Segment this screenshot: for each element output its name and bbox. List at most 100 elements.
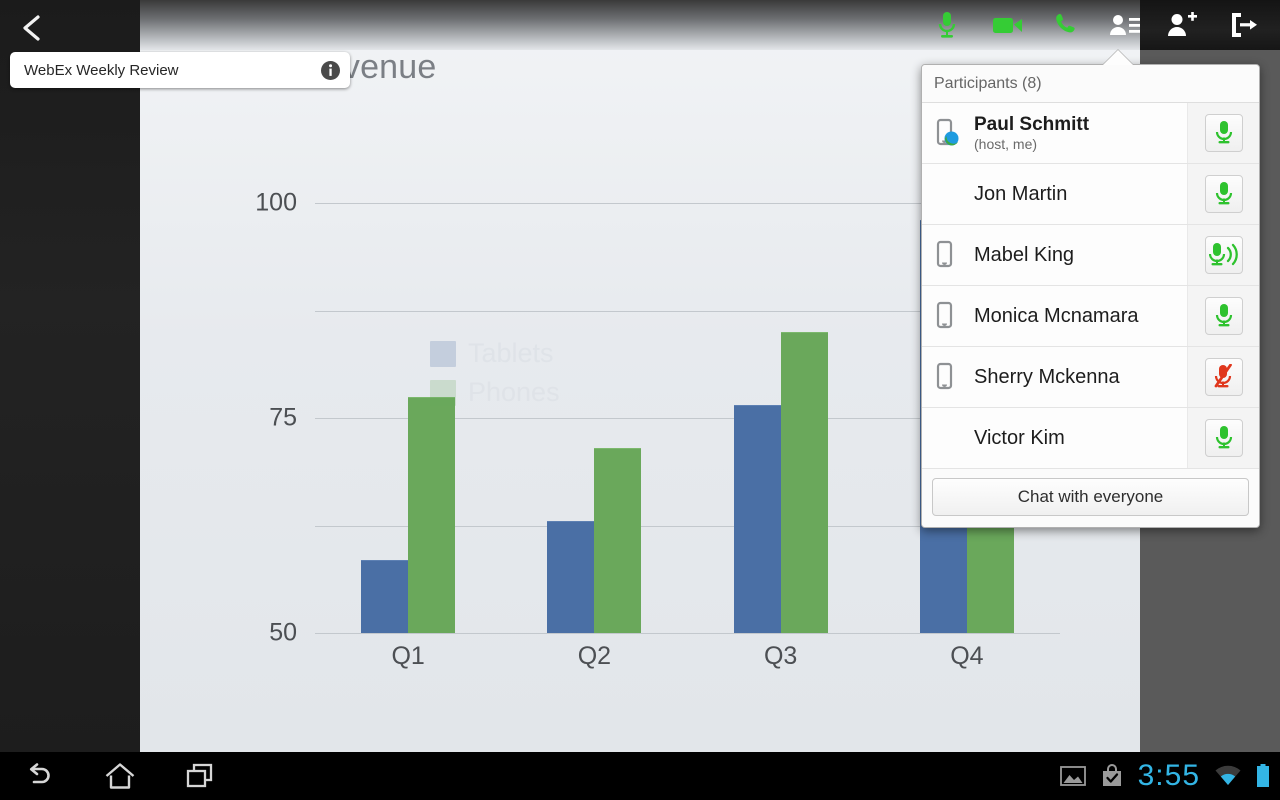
home-icon <box>105 763 135 789</box>
participant-name: Jon Martin <box>974 183 1068 205</box>
back-arrow-icon <box>23 15 40 41</box>
participant-mute-toggle[interactable] <box>1204 297 1243 335</box>
video-button[interactable] <box>978 0 1038 50</box>
participant-mute-toggle[interactable] <box>1204 236 1243 274</box>
chart-bar <box>361 559 409 633</box>
participant-row[interactable]: Jon Martin <box>922 164 1259 225</box>
participant-names: Sherry Mckenna <box>970 366 1187 388</box>
back-arrow-icon <box>29 763 50 784</box>
participant-audio-cell <box>1187 225 1259 285</box>
battery-icon[interactable] <box>1256 764 1270 788</box>
meeting-toolbar <box>140 0 1144 50</box>
chat-with-everyone-button[interactable]: Chat with everyone <box>932 478 1249 516</box>
mic-on-icon <box>1215 304 1232 327</box>
participant-names: Paul Schmitt (host, me) <box>970 114 1187 153</box>
android-nav-buttons <box>0 752 240 800</box>
participants-list: Paul Schmitt (host, me) Jon Martin Mabel Ki… <box>922 103 1259 469</box>
participant-device-icon-slot <box>922 301 970 331</box>
chart-legend-label: Phones <box>468 377 560 407</box>
screen-root: Mobile Revenue 0255075100Q1Q2Q3Q4 Tablet… <box>0 0 1280 800</box>
participant-mute-toggle[interactable] <box>1204 419 1243 457</box>
chart-bar <box>547 521 595 633</box>
participant-names: Victor Kim <box>970 427 1187 449</box>
chart-x-tick-label: Q3 <box>763 642 798 670</box>
chart-legend: Tablets Phones <box>430 338 560 416</box>
android-home-button[interactable] <box>80 752 160 800</box>
mobile-device-icon <box>936 362 953 390</box>
left-rail <box>0 0 140 752</box>
chart-x-tick-label: Q4 <box>950 642 984 670</box>
chart-bar <box>733 405 781 633</box>
participant-mute-toggle[interactable] <box>1204 358 1243 396</box>
recent-apps-icon <box>186 763 213 788</box>
participants-header: Participants (8) <box>922 65 1259 103</box>
chart-y-tick-label: 100 <box>255 188 297 217</box>
participant-row[interactable]: Monica Mcnamara <box>922 286 1259 347</box>
participant-device-icon-slot <box>922 118 970 148</box>
participant-names: Monica Mcnamara <box>970 305 1187 327</box>
mic-muted-icon <box>1214 364 1232 388</box>
android-recents-button[interactable] <box>160 752 240 800</box>
chart-bar-group: Q2 <box>501 203 687 670</box>
participant-names: Mabel King <box>970 244 1187 266</box>
participant-name: Monica Mcnamara <box>974 305 1139 327</box>
chart-legend-label: Tablets <box>468 338 554 368</box>
back-button[interactable] <box>0 0 64 56</box>
chart-legend-swatch <box>430 340 456 367</box>
meeting-title-text: WebEx Weekly Review <box>24 61 179 79</box>
participant-audio-cell <box>1187 286 1259 346</box>
participant-row[interactable]: Victor Kim <box>922 408 1259 469</box>
participant-device-icon-slot <box>922 240 970 270</box>
chart-bar <box>780 332 828 633</box>
participant-role: (host, me) <box>974 135 1038 152</box>
chart-x-tick-label: Q2 <box>577 642 612 670</box>
participant-audio-cell <box>1187 164 1259 224</box>
mic-on-icon <box>1215 121 1232 144</box>
chart-x-tick-label: Q1 <box>391 642 425 670</box>
participant-audio-cell <box>1187 347 1259 407</box>
android-back-button[interactable] <box>0 752 80 800</box>
participant-mute-toggle[interactable] <box>1204 175 1243 213</box>
participants-footer: Chat with everyone <box>922 469 1259 527</box>
participant-name: Sherry Mckenna <box>974 366 1120 388</box>
chart-legend-item: Tablets <box>430 338 560 369</box>
popover-arrow <box>1103 50 1133 65</box>
chart-legend-item: Phones <box>430 377 560 408</box>
participant-row[interactable]: Mabel King <box>922 225 1259 286</box>
chart-y-tick-label: 50 <box>269 618 297 647</box>
info-icon[interactable] <box>321 60 340 80</box>
participant-row[interactable]: Sherry Mckenna <box>922 347 1259 408</box>
wifi-icon[interactable] <box>1214 765 1242 787</box>
mic-on-icon <box>1215 426 1232 449</box>
image-icon[interactable] <box>1059 765 1086 787</box>
call-button[interactable] <box>1036 0 1096 50</box>
leave-meeting-button[interactable] <box>1214 0 1274 50</box>
invite-button[interactable] <box>1152 0 1212 50</box>
exit-door-icon <box>1232 13 1257 37</box>
chart-y-tick-label: 75 <box>269 403 297 432</box>
participant-row[interactable]: Paul Schmitt (host, me) <box>922 103 1259 164</box>
chart-legend-swatch <box>430 379 456 406</box>
mobile-device-with-presence-icon <box>936 118 959 146</box>
status-icons: 3:55 <box>1059 752 1270 800</box>
presentation-stage: Mobile Revenue 0255075100Q1Q2Q3Q4 Tablet… <box>0 0 1280 752</box>
chart-bar-group: Q1 <box>315 203 501 670</box>
mobile-device-icon <box>936 240 953 268</box>
bag-check-icon[interactable] <box>1100 764 1124 788</box>
microphone-icon <box>938 12 956 38</box>
add-person-icon <box>1168 12 1197 36</box>
participant-audio-cell <box>1187 103 1259 163</box>
participant-mute-toggle[interactable] <box>1204 114 1243 152</box>
audio-mic-button[interactable] <box>917 0 977 50</box>
participant-name: Victor Kim <box>974 427 1065 449</box>
chart-bar <box>594 448 642 633</box>
video-camera-icon <box>993 18 1022 33</box>
chart-bar-group: Q3 <box>688 203 874 670</box>
participant-name: Paul Schmitt <box>974 113 1090 135</box>
participant-names: Jon Martin <box>970 183 1187 205</box>
participant-device-icon-slot <box>922 362 970 392</box>
android-system-bar: 3:55 <box>0 752 1280 800</box>
meeting-toolbar-right <box>1140 0 1280 50</box>
meeting-title-pill[interactable]: WebEx Weekly Review <box>10 52 350 88</box>
phone-handset-icon <box>1056 13 1075 33</box>
